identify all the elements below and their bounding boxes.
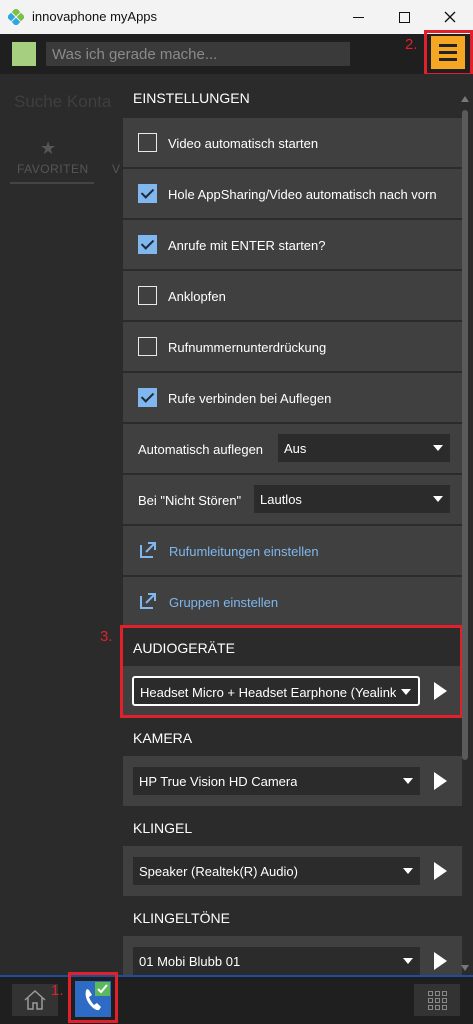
hamburger-icon-line — [439, 58, 457, 61]
ringer-select[interactable]: Speaker (Realtek(R) Audio) — [133, 857, 420, 885]
minimize-button[interactable] — [335, 0, 381, 34]
setting-row-number-suppression[interactable]: Rufnummernunterdrückung — [123, 322, 462, 371]
chevron-down-icon — [403, 868, 413, 874]
chevron-down-icon — [433, 496, 443, 502]
checkbox-call-waiting[interactable] — [138, 286, 157, 305]
close-button[interactable] — [427, 0, 473, 34]
annotation-box-3 — [120, 625, 463, 718]
star-icon: ★ — [40, 138, 57, 158]
annotation-marker-3: 3. — [100, 628, 113, 645]
setting-label: Hole AppSharing/Video automatisch nach v… — [168, 187, 437, 202]
close-icon — [444, 11, 456, 23]
hamburger-icon-line — [439, 51, 457, 54]
dnd-label: Bei "Nicht Stören" — [138, 493, 242, 508]
external-link-icon — [140, 593, 156, 609]
setting-label: Anklopfen — [168, 289, 226, 304]
maximize-icon — [398, 11, 410, 23]
minimize-icon — [352, 16, 364, 18]
home-icon — [24, 989, 46, 1010]
apps-button[interactable] — [414, 984, 460, 1016]
checkbox-number-suppression[interactable] — [138, 337, 157, 356]
chevron-down-icon — [433, 445, 443, 451]
play-icon[interactable] — [434, 862, 447, 880]
maximize-button[interactable] — [381, 0, 427, 34]
setting-row-connect-on-hangup[interactable]: Rufe verbinden bei Auflegen — [123, 373, 462, 422]
setting-row-enter-calls[interactable]: Anrufe mit ENTER starten? — [123, 220, 462, 269]
menu-button[interactable] — [431, 36, 465, 69]
settings-header: EINSTELLUNGEN — [133, 90, 250, 106]
background-search-text: Suche Konta — [14, 92, 112, 111]
camera-select[interactable]: HP True Vision HD Camera — [133, 767, 420, 795]
setting-label: Rufnummernunterdrückung — [168, 340, 327, 355]
play-icon[interactable] — [434, 952, 447, 970]
camera-value: HP True Vision HD Camera — [139, 774, 298, 789]
setting-row-appsharing-front[interactable]: Hole AppSharing/Video automatisch nach v… — [123, 169, 462, 218]
link-label: Rufumleitungen einstellen — [169, 544, 319, 559]
tab-underline — [10, 182, 94, 184]
window-title: innovaphone myApps — [32, 9, 158, 24]
checkbox-appsharing-front[interactable] — [138, 184, 157, 203]
app-logo-icon — [8, 9, 24, 25]
annotation-marker-2: 2. — [405, 36, 418, 53]
scroll-down-arrow-icon[interactable] — [461, 965, 469, 971]
auto-hangup-value: Aus — [284, 441, 307, 456]
chevron-down-icon — [403, 778, 413, 784]
presence-indicator[interactable] — [12, 42, 36, 66]
ringer-value: Speaker (Realtek(R) Audio) — [139, 864, 298, 879]
dnd-value: Lautlos — [260, 492, 302, 507]
setting-row-video-autostart[interactable]: Video automatisch starten — [123, 118, 462, 167]
checkbox-video-autostart[interactable] — [138, 133, 157, 152]
ringtones-value: 01 Mobi Blubb 01 — [139, 954, 241, 969]
external-link-icon — [140, 542, 156, 558]
settings-panel: EINSTELLUNGEN Video automatisch starten … — [122, 74, 473, 975]
setting-label: Video automatisch starten — [168, 136, 319, 151]
tab-favorites[interactable]: FAVORITEN — [17, 162, 89, 176]
status-input[interactable] — [46, 42, 350, 66]
setting-label: Rufe verbinden bei Auflegen — [168, 391, 332, 406]
setting-row-auto-hangup: Automatisch auflegen Aus — [123, 424, 462, 473]
ringtones-row: 01 Mobi Blubb 01 — [123, 936, 462, 975]
setting-label: Anrufe mit ENTER starten? — [168, 238, 326, 253]
ringer-header: KLINGEL — [133, 820, 193, 836]
checkbox-connect-on-hangup[interactable] — [138, 388, 157, 407]
auto-hangup-select[interactable]: Aus — [278, 434, 450, 462]
setting-row-dnd: Bei "Nicht Stören" Lautlos — [123, 475, 462, 524]
auto-hangup-label: Automatisch auflegen — [138, 442, 264, 457]
annotation-box-1 — [68, 972, 118, 1023]
link-call-forwarding[interactable]: Rufumleitungen einstellen — [123, 526, 462, 575]
play-icon[interactable] — [434, 772, 447, 790]
ringer-row: Speaker (Realtek(R) Audio) — [123, 846, 462, 896]
scrollbar-thumb[interactable] — [462, 110, 468, 760]
dnd-select[interactable]: Lautlos — [254, 485, 450, 513]
camera-header: KAMERA — [133, 730, 193, 746]
link-groups[interactable]: Gruppen einstellen — [123, 577, 462, 626]
chevron-down-icon — [403, 958, 413, 964]
hamburger-icon-line — [439, 44, 457, 47]
camera-row: HP True Vision HD Camera — [123, 756, 462, 806]
scroll-up-arrow-icon[interactable] — [461, 96, 469, 102]
tab-second[interactable]: V — [112, 162, 120, 176]
link-label: Gruppen einstellen — [169, 595, 279, 610]
grid-icon — [427, 990, 447, 1010]
ringtones-select[interactable]: 01 Mobi Blubb 01 — [133, 947, 420, 975]
annotation-marker-1: 1. — [51, 982, 64, 999]
ringtones-header: KLINGELTÖNE — [133, 910, 230, 926]
checkbox-enter-calls[interactable] — [138, 235, 157, 254]
setting-row-call-waiting[interactable]: Anklopfen — [123, 271, 462, 320]
